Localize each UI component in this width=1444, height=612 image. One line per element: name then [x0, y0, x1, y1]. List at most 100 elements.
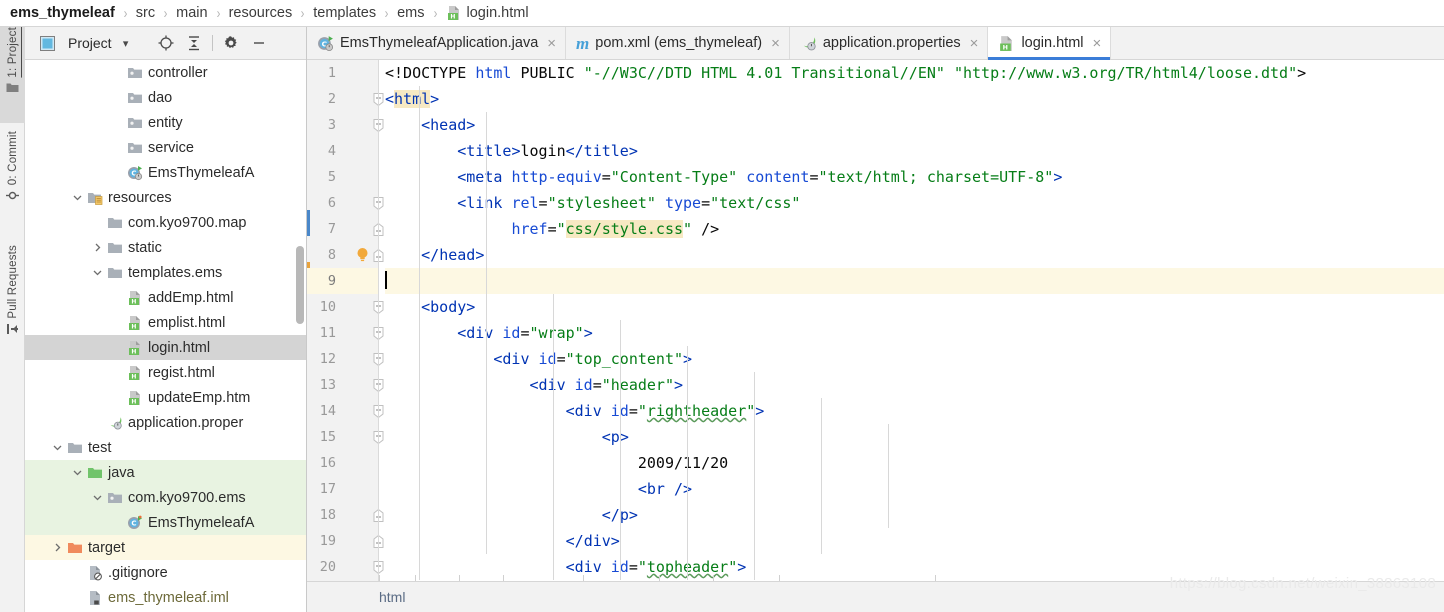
tree-row[interactable]: .gitignore [25, 560, 306, 585]
code-editor[interactable]: 1 2 3 4 5 6 7 8 9 10 11 12 13 14 15 16 17 18 19 20 <!DOCTYP… [307, 60, 1444, 581]
code-line[interactable] [385, 268, 1444, 294]
tool-button-project-label: 1: Project [6, 27, 19, 78]
tree-row[interactable]: controller [25, 60, 306, 85]
tree-row[interactable]: templates.ems [25, 260, 306, 285]
code-line[interactable]: <html> [385, 86, 1444, 112]
tool-button-structure[interactable]: ure [0, 597, 25, 612]
breadcrumb-item-resources[interactable]: resources [229, 0, 293, 27]
indent-guide [486, 372, 487, 398]
close-icon[interactable]: × [1093, 36, 1102, 51]
breadcrumb-item-label: main [176, 5, 208, 21]
tree-row[interactable]: target [25, 535, 306, 560]
project-tree-scrollbar[interactable] [295, 60, 305, 612]
breadcrumb-item-ems-thymeleaf[interactable]: ems_thymeleaf [10, 0, 115, 27]
code-line[interactable]: </div> [385, 528, 1444, 554]
tree-row[interactable]: test [25, 435, 306, 460]
code-line[interactable]: <link rel="stylesheet" type="text/css" [385, 190, 1444, 216]
code-line[interactable]: <div id="header"> [385, 372, 1444, 398]
tree-row-label: dao [148, 89, 173, 106]
tree-row[interactable]: dao [25, 85, 306, 110]
tree-row[interactable]: java [25, 460, 306, 485]
tree-row[interactable]: Hemplist.html [25, 310, 306, 335]
code-line[interactable]: href="css/style.css" /> [385, 216, 1444, 242]
code-line[interactable]: <div id="top_content"> [385, 346, 1444, 372]
svg-text:H: H [131, 298, 136, 305]
chevron-down-icon[interactable] [49, 440, 65, 456]
indent-guide [888, 450, 889, 476]
breadcrumb-item-templates[interactable]: templates [313, 0, 376, 27]
locate-icon[interactable] [152, 30, 180, 56]
tree-row[interactable]: entity [25, 110, 306, 135]
scrollbar-thumb[interactable] [296, 246, 304, 324]
tree-row[interactable]: HupdateEmp.htm [25, 385, 306, 410]
code-line[interactable]: <meta http-equiv="Content-Type" content=… [385, 164, 1444, 190]
svg-text:H: H [131, 348, 136, 355]
code-line[interactable]: <title>login</title> [385, 138, 1444, 164]
code-line[interactable]: <head> [385, 112, 1444, 138]
editor-gutter[interactable]: 1 2 3 4 5 6 7 8 9 10 11 12 13 14 15 16 17 18 19 20 [307, 60, 384, 581]
tree-row[interactable]: static [25, 235, 306, 260]
collapse-all-icon[interactable] [180, 30, 208, 56]
code-line[interactable]: <body> [385, 294, 1444, 320]
code-line[interactable]: <br /> [385, 476, 1444, 502]
tree-row[interactable]: C EmsThymeleafA [25, 510, 306, 535]
code-text[interactable]: <!DOCTYPE html PUBLIC "-//W3C//DTD HTML … [385, 60, 1444, 581]
chevron-right-icon[interactable] [89, 240, 105, 256]
code-line[interactable]: </p> [385, 502, 1444, 528]
breadcrumb-item-login-html[interactable]: Hlogin.html [446, 0, 529, 27]
editor-tab-pom-xml-ems-thymeleaf-[interactable]: m pom.xml (ems_thymeleaf) × [566, 27, 790, 59]
svg-text:H: H [131, 398, 136, 405]
close-icon[interactable]: × [970, 36, 979, 51]
chevron-down-icon[interactable] [89, 490, 105, 506]
code-line[interactable]: </head> [385, 242, 1444, 268]
tree-row[interactable]: C EmsThymeleafA [25, 160, 306, 185]
indent-guide [687, 372, 688, 398]
breadcrumb-item-label: login.html [466, 5, 529, 21]
code-line[interactable]: <div id="wrap"> [385, 320, 1444, 346]
minimize-icon[interactable] [245, 30, 273, 56]
close-icon[interactable]: × [547, 36, 556, 51]
commit-icon [6, 189, 19, 202]
chevron-down-icon[interactable] [69, 465, 85, 481]
pull-request-icon [6, 323, 19, 335]
code-line[interactable]: 2009/11/20 [385, 450, 1444, 476]
tree-row[interactable]: resources [25, 185, 306, 210]
chevron-right-icon[interactable] [49, 540, 65, 556]
tool-button-project[interactable]: 1: Project [0, 27, 25, 123]
project-view-icon[interactable] [33, 30, 61, 56]
editor-tab-application-properties[interactable]: application.properties × [789, 27, 989, 59]
code-line[interactable]: <!DOCTYPE html PUBLIC "-//W3C//DTD HTML … [385, 60, 1444, 86]
intention-bulb-icon[interactable] [353, 242, 371, 268]
tree-row[interactable]: ems_thymeleaf.iml [25, 585, 306, 610]
breadcrumb-item-src[interactable]: src [136, 0, 155, 27]
editor-tab-login-html[interactable]: Hlogin.html × [988, 27, 1112, 60]
settings-gear-icon[interactable] [217, 30, 245, 56]
breadcrumb-item-main[interactable]: main [176, 0, 207, 27]
indent-guide [687, 346, 688, 372]
line-number: 2 [327, 91, 336, 107]
project-tool-window: Project ▾ controller dao entity service C Ems… [25, 27, 307, 612]
tree-row[interactable]: Hlogin.html [25, 335, 306, 360]
chevron-down-icon[interactable] [89, 265, 105, 281]
tree-row[interactable]: Hregist.html [25, 360, 306, 385]
tree-row[interactable]: HaddEmp.html [25, 285, 306, 310]
chevron-down-icon[interactable]: ▾ [112, 30, 140, 56]
tree-row[interactable]: service [25, 135, 306, 160]
code-line[interactable]: <p> [385, 424, 1444, 450]
editor-breadcrumb[interactable]: html [307, 581, 1444, 612]
html-file-icon: H [127, 340, 143, 356]
tree-row-label: entity [148, 114, 183, 131]
tool-button-pull-requests[interactable]: Pull Requests [0, 245, 25, 363]
tree-row[interactable]: com.kyo9700.map [25, 210, 306, 235]
line-number: 12 [319, 351, 336, 367]
editor-tab-emsthymeleafapplication-java[interactable]: C EmsThymeleafApplication.java × [307, 27, 567, 59]
project-file-tree[interactable]: controller dao entity service C EmsThymeleafA… [25, 60, 306, 612]
tool-button-commit[interactable]: 0: Commit [0, 131, 25, 231]
chevron-down-icon[interactable] [69, 190, 85, 206]
tree-row[interactable]: com.kyo9700.ems [25, 485, 306, 510]
tree-row[interactable]: application.proper [25, 410, 306, 435]
close-icon[interactable]: × [771, 36, 780, 51]
breadcrumb-item-ems[interactable]: ems [397, 0, 424, 27]
code-line[interactable]: <div id="rightheader"> [385, 398, 1444, 424]
